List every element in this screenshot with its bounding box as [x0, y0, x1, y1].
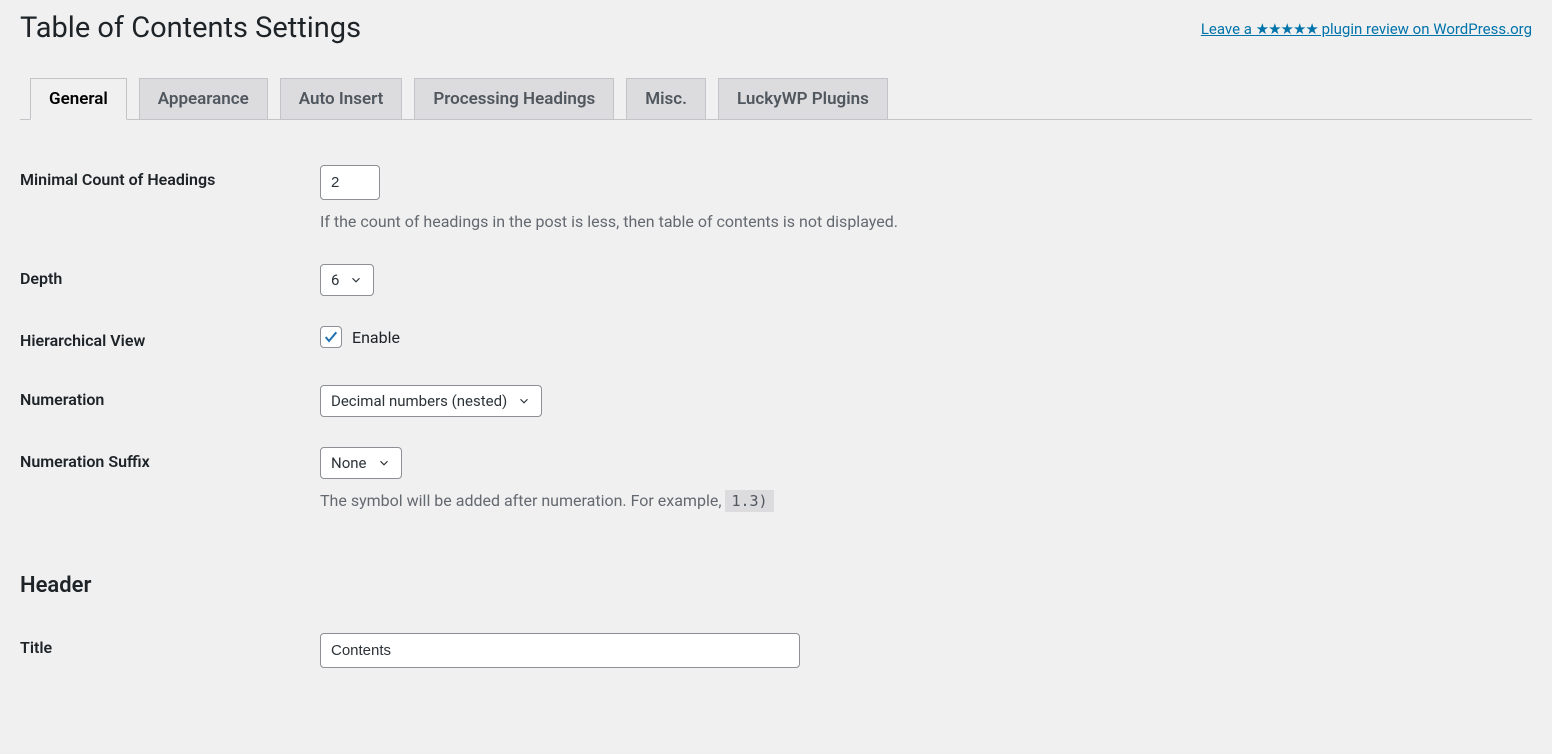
- chevron-down-icon: [349, 273, 363, 287]
- page-title: Table of Contents Settings: [20, 10, 361, 48]
- numeration-suffix-select[interactable]: None: [320, 447, 402, 479]
- review-stars: ★★★★★: [1256, 20, 1318, 38]
- depth-label: Depth: [20, 249, 310, 311]
- minimal-count-description: If the count of headings in the post is …: [320, 210, 1522, 234]
- depth-value: 6: [331, 271, 339, 289]
- depth-select[interactable]: 6: [320, 264, 374, 296]
- tab-bar: General Appearance Auto Insert Processin…: [20, 68, 1532, 120]
- numeration-suffix-value: None: [331, 454, 367, 472]
- minimal-count-label: Minimal Count of Headings: [20, 150, 310, 249]
- header-section-heading: Header: [20, 573, 1522, 598]
- tab-misc[interactable]: Misc.: [626, 78, 706, 119]
- numeration-suffix-label: Numeration Suffix: [20, 432, 310, 528]
- numeration-suffix-description: The symbol will be added after numeratio…: [320, 489, 1522, 513]
- tab-auto-insert[interactable]: Auto Insert: [280, 78, 403, 119]
- title-input[interactable]: [320, 633, 800, 668]
- tab-appearance[interactable]: Appearance: [139, 78, 268, 119]
- hierarchical-checkbox-label: Enable: [352, 328, 400, 347]
- settings-form: Minimal Count of Headings If the count o…: [20, 150, 1532, 683]
- numeration-label: Numeration: [20, 370, 310, 432]
- numeration-select[interactable]: Decimal numbers (nested): [320, 385, 542, 417]
- review-suffix: plugin review on WordPress.org: [1318, 20, 1532, 38]
- tab-general[interactable]: General: [30, 78, 127, 120]
- review-prefix: Leave a: [1201, 20, 1256, 38]
- tab-processing-headings[interactable]: Processing Headings: [414, 78, 614, 119]
- hierarchical-label: Hierarchical View: [20, 311, 310, 370]
- hierarchical-checkbox[interactable]: [320, 326, 342, 348]
- chevron-down-icon: [377, 456, 391, 470]
- title-label: Title: [20, 618, 310, 683]
- chevron-down-icon: [517, 394, 531, 408]
- check-icon: [323, 329, 339, 345]
- review-link[interactable]: Leave a ★★★★★ plugin review on WordPress…: [1201, 20, 1532, 38]
- numeration-value: Decimal numbers (nested): [331, 392, 507, 410]
- numeration-suffix-code: 1.3): [725, 490, 773, 512]
- minimal-count-input[interactable]: [320, 165, 380, 200]
- tab-luckywp-plugins[interactable]: LuckyWP Plugins: [718, 78, 888, 119]
